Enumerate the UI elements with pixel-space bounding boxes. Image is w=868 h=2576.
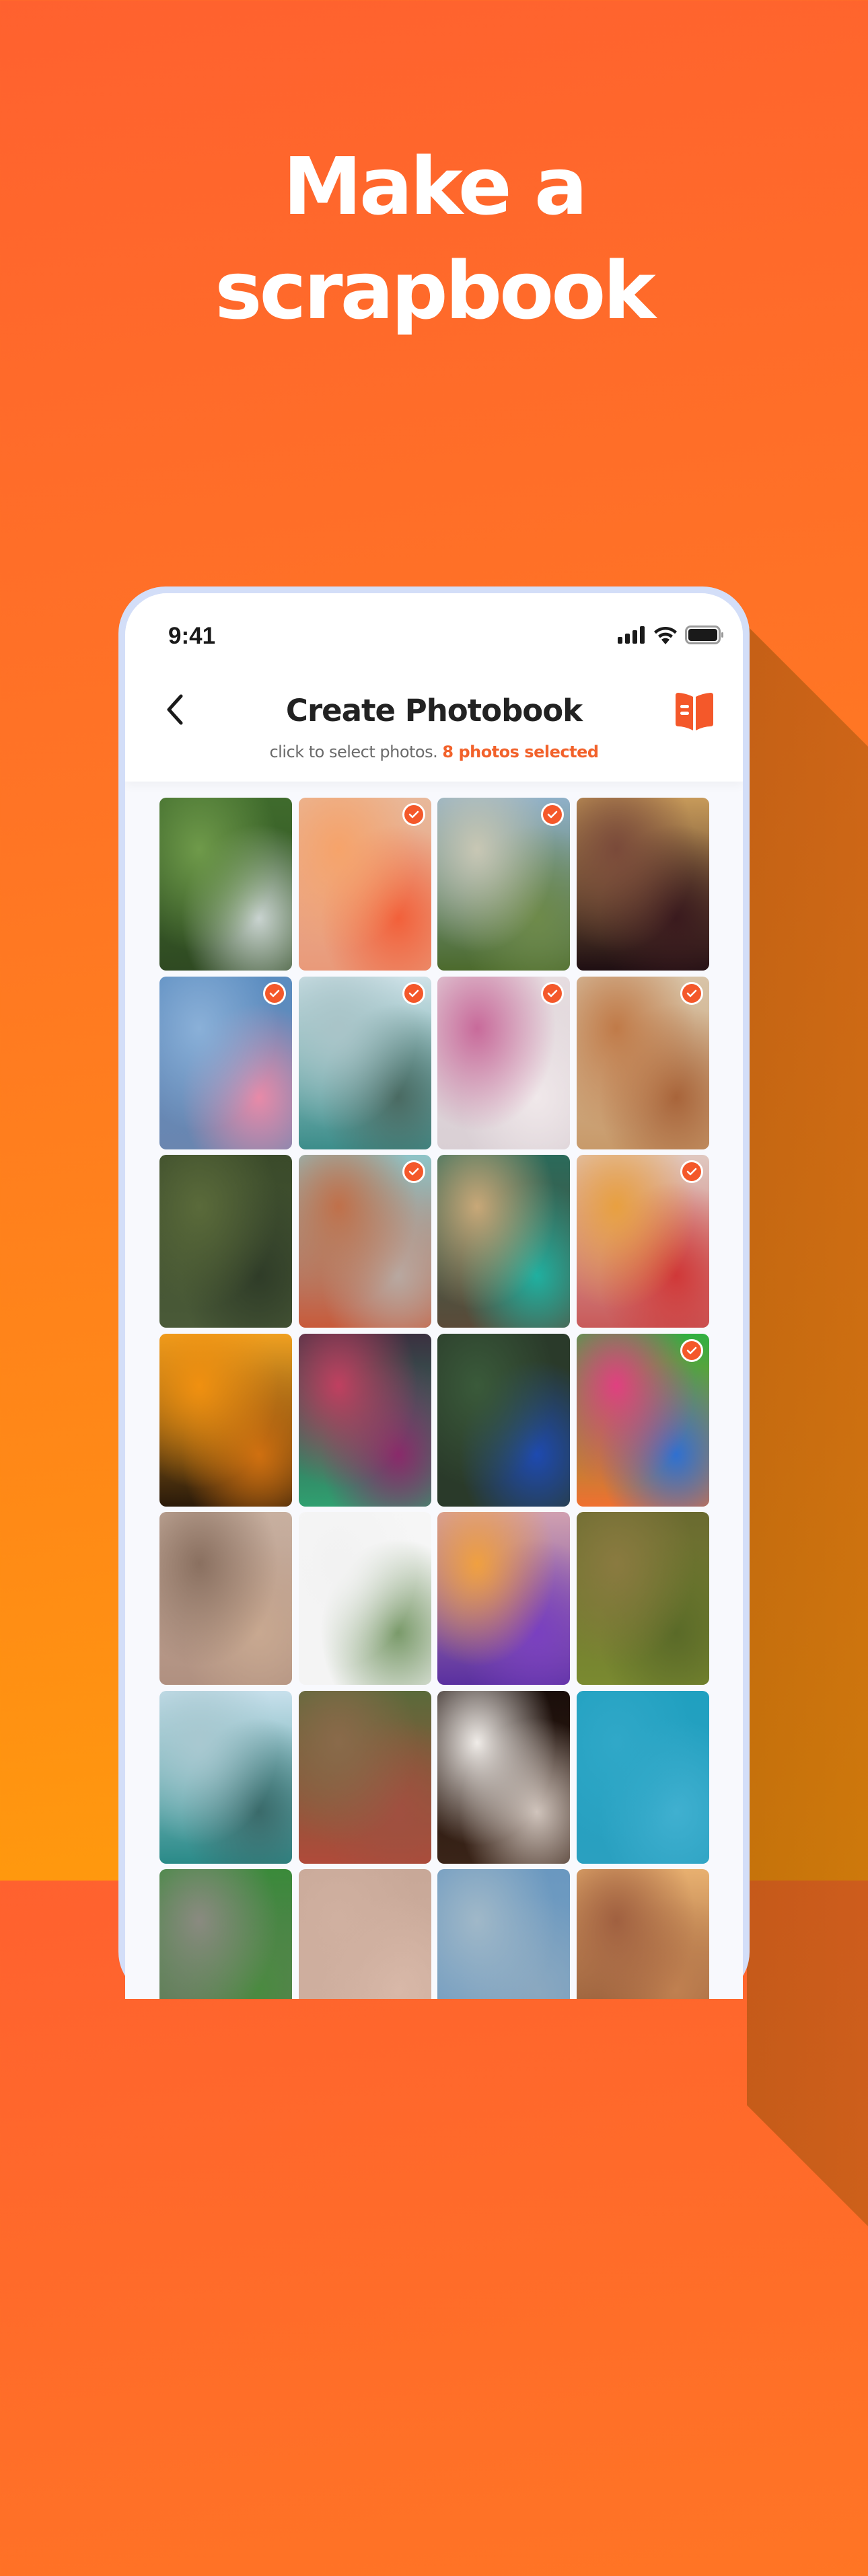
photo-thumbnail: [159, 1512, 292, 1685]
selected-check-badge: [680, 1338, 703, 1362]
checkmark-icon: [686, 1168, 696, 1176]
phone-shadow: [747, 626, 868, 2576]
photo-tile[interactable]: [437, 1869, 570, 1999]
photo-thumbnail: [298, 1690, 431, 1864]
photo-thumbnail: [159, 798, 292, 971]
marketing-headline: Make a scrapbook: [0, 135, 868, 343]
selected-check-badge: [402, 803, 425, 826]
checkmark-icon: [686, 1347, 696, 1354]
photo-tile[interactable]: [437, 1512, 570, 1685]
photobook-button[interactable]: [673, 691, 716, 732]
selected-check-badge: [680, 981, 703, 1005]
subtitle-instructions: click to select photos.: [269, 743, 438, 761]
photo-thumbnail: [298, 1512, 431, 1685]
selected-check-badge: [402, 1160, 425, 1183]
checkmark-icon: [408, 989, 419, 997]
photo-thumbnail: [437, 1155, 570, 1328]
photo-thumbnail: [159, 1155, 292, 1328]
checkmark-icon: [547, 810, 558, 819]
page-subtitle: click to select photos. 8 photos selecte…: [125, 743, 743, 761]
photo-thumbnail: [437, 1690, 570, 1864]
photo-tile[interactable]: [159, 1333, 292, 1507]
photo-tile[interactable]: [576, 1333, 709, 1507]
phone-frame: 9:41 Create Photobook click to select ph…: [118, 586, 750, 1999]
photo-tile[interactable]: [437, 798, 570, 971]
wifi-icon: [654, 626, 677, 644]
photo-tile[interactable]: [576, 976, 709, 1149]
photo-thumbnail: [576, 1869, 709, 1999]
photo-tile[interactable]: [437, 1333, 570, 1507]
photo-tile[interactable]: [576, 798, 709, 971]
photo-thumbnail: [437, 1512, 570, 1685]
selected-check-badge: [541, 803, 564, 826]
photo-tile[interactable]: [576, 1869, 709, 1999]
checkmark-icon: [547, 989, 558, 997]
top-bar: 9:41 Create Photobook click to select ph…: [125, 593, 743, 782]
status-icons: [618, 626, 724, 644]
checkmark-icon: [686, 989, 696, 997]
photo-tile[interactable]: [298, 976, 431, 1149]
photo-thumbnail: [576, 798, 709, 971]
phone-screen: 9:41 Create Photobook click to select ph…: [125, 593, 743, 1999]
photo-tile[interactable]: [159, 1155, 292, 1328]
photo-tile[interactable]: [437, 976, 570, 1149]
photo-grid: [159, 798, 709, 1999]
checkmark-icon: [408, 1168, 419, 1176]
photo-tile[interactable]: [298, 1333, 431, 1507]
photo-thumbnail: [298, 1333, 431, 1507]
selected-check-badge: [680, 1160, 703, 1183]
photo-tile[interactable]: [159, 1512, 292, 1685]
photo-thumbnail: [298, 1869, 431, 1999]
photo-thumbnail: [159, 1869, 292, 1999]
page-title: Create Photobook: [285, 693, 583, 728]
checkmark-icon: [269, 989, 280, 997]
photo-thumbnail: [437, 1869, 570, 1999]
photo-tile[interactable]: [437, 1155, 570, 1328]
photo-tile[interactable]: [159, 976, 292, 1149]
photo-tile[interactable]: [576, 1690, 709, 1864]
photo-tile[interactable]: [159, 1690, 292, 1864]
headline-line-2: scrapbook: [215, 244, 656, 337]
photo-tile[interactable]: [298, 1690, 431, 1864]
photo-thumbnail: [159, 1690, 292, 1864]
battery-icon: [685, 626, 723, 644]
selected-check-badge: [402, 981, 425, 1005]
photo-tile[interactable]: [298, 798, 431, 971]
photo-tile[interactable]: [298, 1512, 431, 1685]
photo-thumbnail: [159, 1333, 292, 1507]
photo-thumbnail: [576, 1512, 709, 1685]
photo-thumbnail: [576, 1690, 709, 1864]
selected-check-badge: [541, 981, 564, 1005]
photo-tile[interactable]: [576, 1155, 709, 1328]
selected-check-badge: [263, 981, 286, 1005]
status-time: 9:41: [168, 623, 216, 649]
photo-tile[interactable]: [298, 1869, 431, 1999]
photo-tile[interactable]: [159, 798, 292, 971]
photo-thumbnail: [437, 1333, 570, 1507]
checkmark-icon: [408, 810, 419, 819]
photo-tile[interactable]: [298, 1155, 431, 1328]
selected-count: 8 photos selected: [442, 743, 599, 761]
photo-tile[interactable]: [437, 1690, 570, 1864]
open-book-icon: [676, 693, 713, 730]
photo-tile[interactable]: [159, 1869, 292, 1999]
photo-tile[interactable]: [576, 1512, 709, 1685]
headline-line-1: Make a: [283, 140, 587, 233]
cellular-signal-icon: [618, 626, 645, 644]
